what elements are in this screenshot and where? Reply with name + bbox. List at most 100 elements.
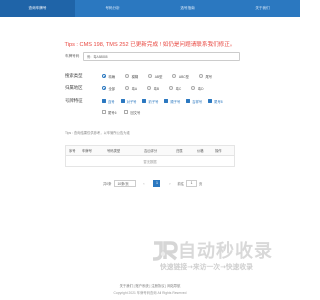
option-label: 尾号8 [214, 99, 223, 104]
feature-option[interactable]: 吉祥号 [186, 99, 202, 104]
tab-plate-query[interactable]: 查询车牌号 [0, 0, 75, 17]
option-label: 全部 [108, 86, 116, 91]
radio-icon [198, 74, 203, 78]
current-page-button[interactable]: 1 [153, 179, 161, 187]
plate-type-row: 搜索类型 精确 模糊 AB型 ABC型 尾号 [65, 72, 222, 80]
option-label: 豹子号 [148, 99, 159, 104]
search-row: 车牌号码 [65, 51, 240, 62]
footer: 关于我们 | 账户系统 | 注册协议 | 网站导航 Copyright 2021… [0, 283, 300, 295]
column-header: 序号 [69, 149, 76, 153]
radio-icon [191, 86, 196, 90]
option-label: 对子号 [126, 99, 137, 104]
option-label: 粤B [153, 86, 160, 91]
option-label: 尾号6 [108, 110, 117, 115]
watermark-logo: 自动秒收录 快速链接→来访一次→快速收录 [152, 237, 302, 277]
goto-label: 前往 [177, 181, 185, 186]
plate-search-input[interactable] [83, 52, 240, 61]
total-count: 共0条 [103, 181, 112, 186]
plate-type-label: 搜索类型 [65, 73, 83, 78]
column-header: 价格 [197, 149, 204, 153]
column-header: 操作 [215, 149, 222, 153]
option-label: 粤D [197, 86, 204, 91]
column-header: 车牌号 [82, 149, 92, 153]
feature-option[interactable]: 尾号8 [208, 99, 223, 104]
feature-row-2: 尾号6 回文号 [102, 108, 150, 116]
checkbox-icon [208, 99, 213, 103]
region-option[interactable]: 粤B [147, 86, 159, 91]
radio-icon [102, 74, 106, 78]
next-page-button[interactable]: › [166, 180, 173, 187]
option-label: 顺子号 [170, 99, 181, 104]
checkbox-icon [102, 99, 106, 103]
option-label: 精确 [108, 74, 116, 79]
logo-text: 自动秒收录 [178, 241, 273, 262]
plate-type-option[interactable]: 尾号 [198, 74, 213, 79]
jr-logo-icon [153, 241, 178, 261]
tab-selection-guide[interactable]: 选号指南 [150, 0, 225, 17]
feature-option[interactable]: 连号 [102, 99, 115, 104]
option-label: 吉祥号 [192, 99, 203, 104]
column-header: 号码类型 [107, 149, 121, 153]
option-label: 粤A [131, 86, 138, 91]
option-label: 回文号 [130, 110, 141, 115]
footer-copyright: Copyright 2021 车牌号码查询 All Rights Reserve… [113, 291, 187, 295]
radio-icon [125, 86, 130, 90]
region-option[interactable]: 全部 [102, 86, 115, 91]
checkbox-icon [102, 110, 106, 114]
radio-icon [172, 74, 177, 78]
plate-type-option[interactable]: 模糊 [125, 74, 138, 79]
checkbox-icon [186, 99, 191, 103]
column-header: 吉凶评分 [144, 149, 158, 153]
plate-type-option[interactable]: ABC型 [172, 74, 189, 79]
column-header: 归属 [176, 149, 183, 153]
region-row: 归属地区 全部 粤A 粤B 粤C 粤D [65, 84, 213, 92]
radio-icon [125, 74, 130, 78]
tips-banner: Tips : CMS 198, TMS 252 已更新完成 ! 如仍是问题请联系… [64, 42, 236, 48]
page-size-select[interactable]: 10条/页 [114, 179, 137, 187]
checkbox-icon [124, 110, 129, 114]
feature-option[interactable]: 顺子号 [164, 99, 180, 104]
plate-type-option[interactable]: 精确 [102, 74, 115, 79]
checkbox-icon [164, 99, 169, 103]
pagination: 共0条 10条/页 ‹ 1 › 前往 1 页 [103, 178, 202, 188]
feature-option[interactable]: 回文号 [124, 110, 140, 115]
region-option[interactable]: 粤C [169, 86, 181, 91]
checkbox-icon [142, 99, 147, 103]
feature-option[interactable]: 对子号 [120, 99, 137, 104]
goto-page-value: 1 [190, 181, 193, 185]
logo-subtitle: 快速链接→来访一次→快速收录 [160, 263, 253, 271]
tab-number-analysis[interactable]: 号码分析 [75, 0, 150, 17]
option-label: AB型 [154, 74, 163, 79]
region-option[interactable]: 粤A [125, 86, 137, 91]
option-label: ABC型 [178, 74, 189, 79]
feature-label: 号牌特征 [65, 98, 83, 103]
results-table: 序号 车牌号 号码类型 吉凶评分 归属 价格 操作 暂无数据 [65, 145, 235, 167]
region-option[interactable]: 粤D [191, 86, 203, 91]
top-nav: 查询车牌号 号码分析 选号指南 关于我们 [0, 0, 300, 17]
search-label: 车牌号码 [65, 54, 80, 58]
option-label: 连号 [108, 99, 115, 104]
table-header: 序号 车牌号 号码类型 吉凶评分 归属 价格 操作 [66, 146, 234, 156]
option-label: 尾号 [205, 74, 213, 79]
radio-icon [169, 86, 174, 90]
option-label: 粤C [175, 86, 182, 91]
page-suffix: 页 [199, 181, 203, 186]
tab-about[interactable]: 关于我们 [225, 0, 300, 17]
feature-row: 号牌特征 连号 对子号 豹子号 顺子号 吉祥号 尾号8 [65, 97, 223, 105]
radio-icon [102, 86, 106, 90]
result-note: Tips : 查询结果仅供参考，以车管所公告为准 [65, 131, 130, 135]
radio-icon [147, 86, 152, 90]
page-size-value: 10条/页 [117, 181, 129, 186]
radio-icon [148, 74, 153, 78]
prev-page-button[interactable]: ‹ [140, 180, 147, 187]
footer-links[interactable]: 关于我们 | 账户系统 | 注册协议 | 网站导航 [0, 283, 300, 288]
logo-main: 自动秒收录 [152, 237, 273, 263]
checkbox-icon [120, 99, 125, 103]
empty-state: 暂无数据 [143, 159, 157, 164]
option-label: 模糊 [131, 74, 139, 79]
region-label: 归属地区 [65, 85, 83, 90]
feature-option[interactable]: 豹子号 [142, 99, 158, 104]
feature-option[interactable]: 尾号6 [102, 110, 116, 115]
goto-page-input[interactable]: 1 [186, 179, 198, 187]
plate-type-option[interactable]: AB型 [148, 74, 162, 79]
